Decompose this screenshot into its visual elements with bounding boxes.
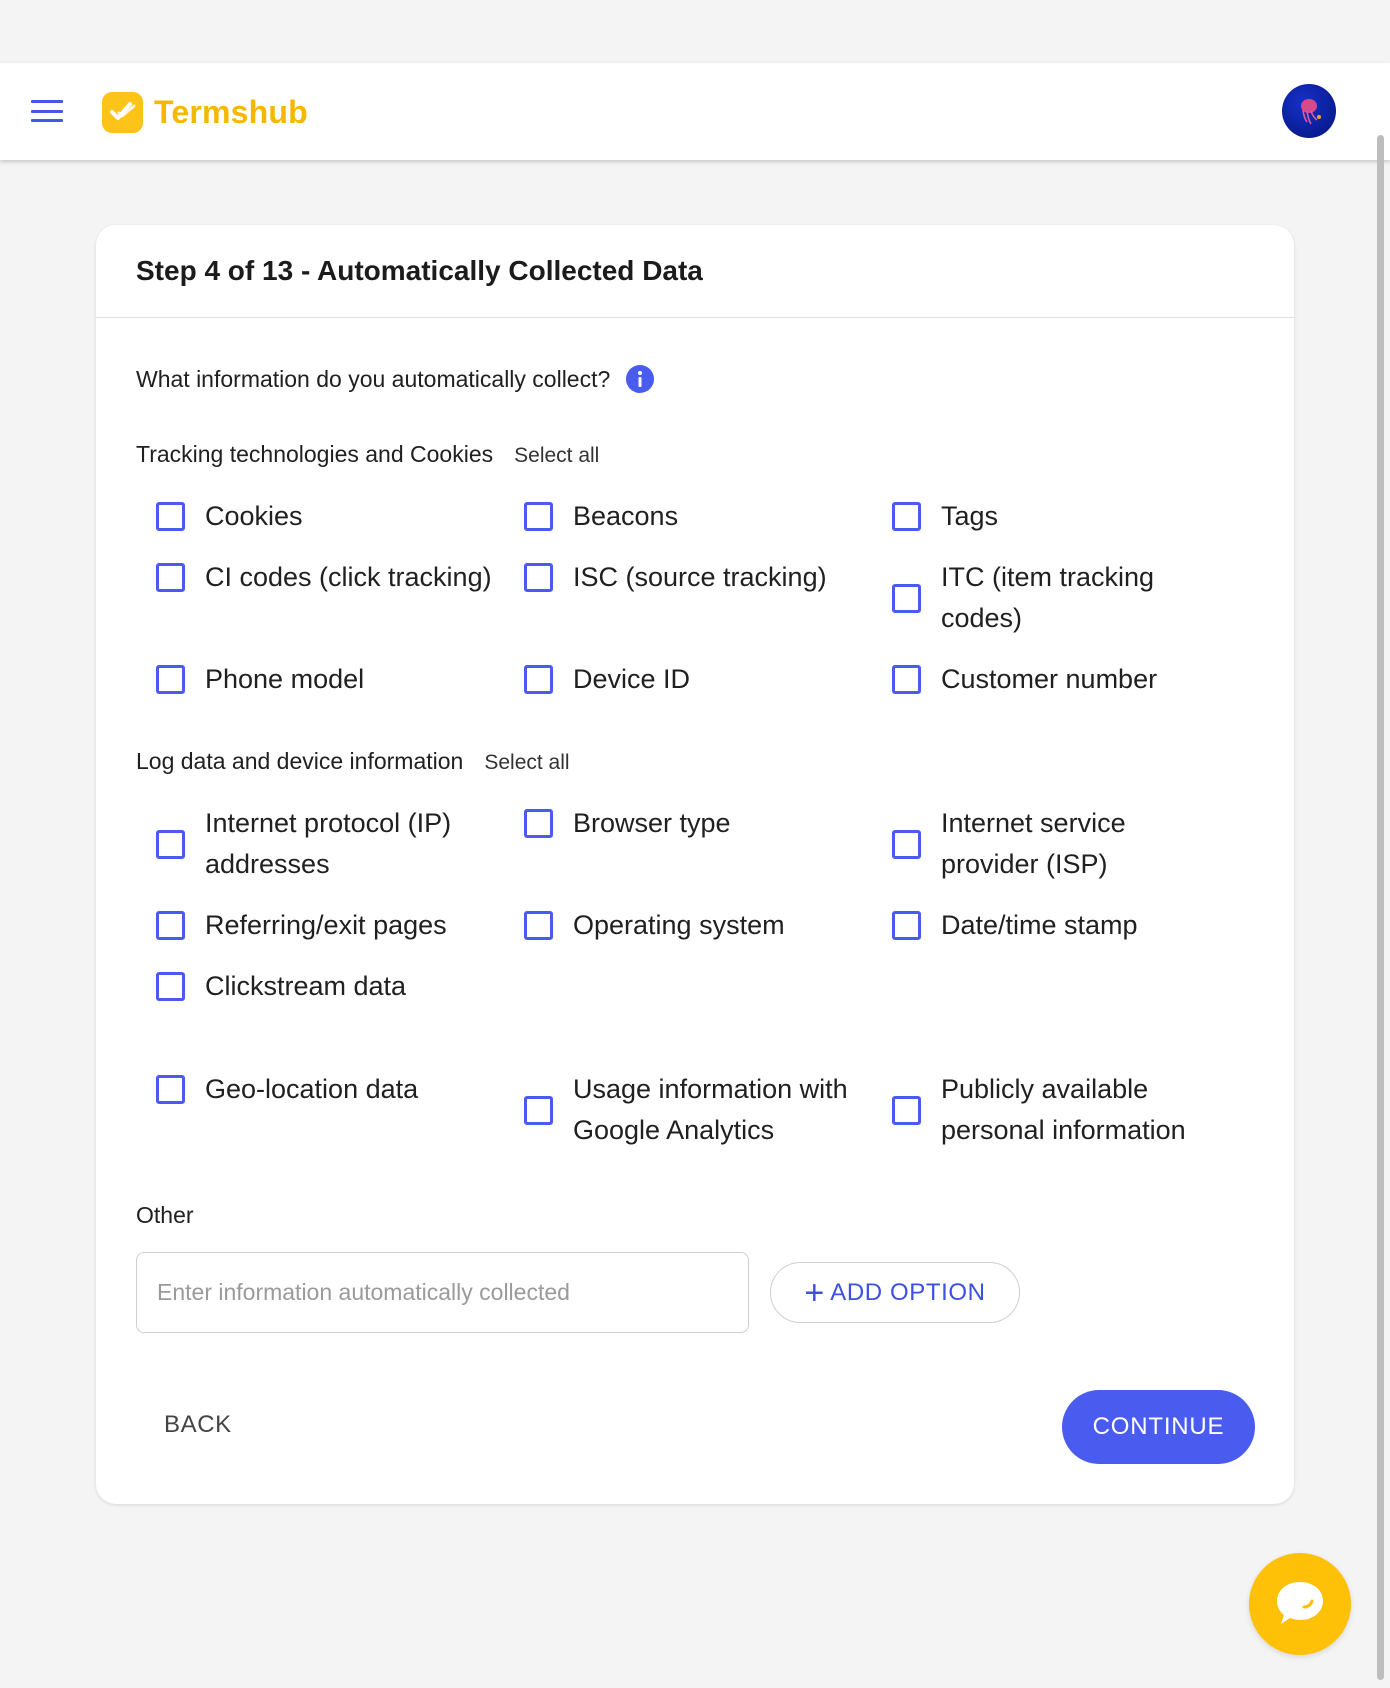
option-label: Device ID xyxy=(573,664,691,694)
option-beacons[interactable]: Beacons xyxy=(524,496,678,537)
option-browser-type[interactable]: Browser type xyxy=(524,803,731,844)
back-button[interactable]: BACK xyxy=(164,1411,232,1439)
option-cookies[interactable]: Cookies xyxy=(156,496,303,537)
option-label: Date/time stamp xyxy=(941,910,1138,940)
hamburger-menu-icon[interactable] xyxy=(31,100,63,122)
checkbox[interactable] xyxy=(524,563,553,592)
top-navigation-bar: Termshub xyxy=(0,63,1390,160)
checkbox[interactable] xyxy=(156,911,185,940)
checkbox[interactable] xyxy=(156,665,185,694)
option-ci-codes[interactable]: CI codes (click tracking) xyxy=(156,557,492,598)
option-customer-number[interactable]: Customer number xyxy=(892,659,1157,700)
step-title: Step 4 of 13 - Automatically Collected D… xyxy=(136,255,703,286)
section-title: Tracking technologies and Cookies xyxy=(136,441,494,467)
checkbox[interactable] xyxy=(524,809,553,838)
option-device-id[interactable]: Device ID xyxy=(524,659,690,700)
step-form-card: Step 4 of 13 - Automatically Collected D… xyxy=(96,225,1294,1504)
option-phone-model[interactable]: Phone model xyxy=(156,659,364,700)
option-label: Cookies xyxy=(205,501,303,531)
option-label: Clickstream data xyxy=(205,971,407,1001)
checkbox[interactable] xyxy=(524,502,553,531)
checkbox[interactable] xyxy=(892,829,921,859)
option-label: Usage information with Google Analytics xyxy=(573,1074,848,1145)
option-date-time-stamp[interactable]: Date/time stamp xyxy=(892,905,1138,946)
card-header: Step 4 of 13 - Automatically Collected D… xyxy=(96,225,1294,318)
option-ip-addresses[interactable]: Internet protocol (IP) addresses xyxy=(156,803,495,885)
checkbox[interactable] xyxy=(156,1075,185,1104)
option-itc[interactable]: ITC (item tracking codes) xyxy=(892,557,1171,639)
option-label: Beacons xyxy=(573,501,679,531)
chat-bubble-icon[interactable] xyxy=(1249,1553,1351,1655)
checkbox[interactable] xyxy=(892,502,921,531)
termshub-logo-icon xyxy=(102,91,143,133)
brand-name: Termshub xyxy=(154,93,308,130)
option-label: ITC (item tracking codes) xyxy=(941,562,1155,633)
question-text: What information do you automatically co… xyxy=(136,365,611,392)
option-geo-location[interactable]: Geo-location data xyxy=(156,1069,418,1110)
checkbox[interactable] xyxy=(892,1095,921,1125)
option-label: Referring/exit pages xyxy=(205,910,447,940)
other-label: Other xyxy=(136,1202,194,1228)
option-label: Browser type xyxy=(573,808,731,838)
select-all-tracking-link[interactable]: Select all xyxy=(514,444,599,468)
option-isc[interactable]: ISC (source tracking) xyxy=(524,557,827,598)
option-label: ISC (source tracking) xyxy=(573,562,827,592)
option-label: Publicly available personal information xyxy=(941,1074,1186,1145)
checkbox[interactable] xyxy=(156,563,185,592)
option-referring-exit-pages[interactable]: Referring/exit pages xyxy=(156,905,447,946)
option-label: Customer number xyxy=(941,664,1158,694)
add-option-label: ADD OPTION xyxy=(830,1278,986,1306)
checkbox[interactable] xyxy=(892,911,921,940)
checkbox[interactable] xyxy=(524,911,553,940)
option-label: Internet protocol (IP) addresses xyxy=(205,808,452,879)
info-icon[interactable] xyxy=(626,365,655,393)
checkbox[interactable] xyxy=(524,1095,553,1125)
add-option-button[interactable]: + ADD OPTION xyxy=(770,1262,1020,1323)
checkbox[interactable] xyxy=(892,583,921,613)
option-label: Geo-location data xyxy=(205,1074,419,1104)
vertical-scrollbar[interactable] xyxy=(1377,135,1384,1680)
option-label: Operating system xyxy=(573,910,785,940)
option-tags[interactable]: Tags xyxy=(892,496,998,537)
option-google-analytics[interactable]: Usage information with Google Analytics xyxy=(524,1069,883,1151)
option-clickstream-data[interactable]: Clickstream data xyxy=(156,966,406,1007)
checkbox[interactable] xyxy=(892,665,921,694)
checkbox[interactable] xyxy=(156,972,185,1001)
option-label: CI codes (click tracking) xyxy=(205,562,492,592)
plus-icon: + xyxy=(804,1273,825,1312)
user-avatar[interactable] xyxy=(1282,84,1336,138)
option-label: Internet service provider (ISP) xyxy=(941,808,1126,879)
option-label: Phone model xyxy=(205,664,365,694)
continue-button[interactable]: CONTINUE xyxy=(1062,1390,1255,1464)
section-tracking-technologies: Tracking technologies and Cookies Select… xyxy=(136,441,599,468)
question-row: What information do you automatically co… xyxy=(136,365,655,393)
option-isp[interactable]: Internet service provider (ISP) xyxy=(892,803,1171,885)
checkbox[interactable] xyxy=(156,829,185,859)
other-info-input[interactable] xyxy=(136,1252,749,1333)
section-title: Log data and device information xyxy=(136,748,464,774)
brand-logo[interactable]: Termshub xyxy=(102,91,308,133)
option-operating-system[interactable]: Operating system xyxy=(524,905,785,946)
section-log-data: Log data and device information Select a… xyxy=(136,748,570,775)
checkbox[interactable] xyxy=(524,665,553,694)
select-all-log-data-link[interactable]: Select all xyxy=(484,751,569,775)
option-publicly-available-info[interactable]: Publicly available personal information xyxy=(892,1069,1241,1151)
checkbox[interactable] xyxy=(156,502,185,531)
option-label: Tags xyxy=(941,501,999,531)
